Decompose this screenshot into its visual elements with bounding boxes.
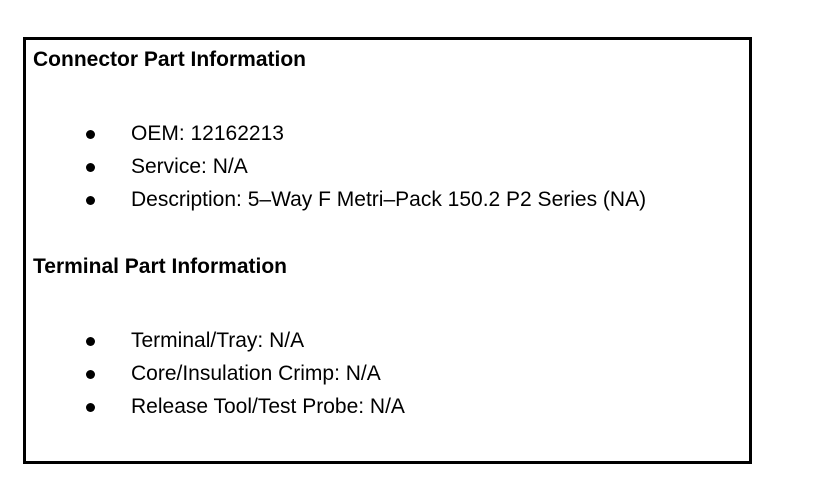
bullet-icon — [86, 130, 95, 139]
bullet-icon — [86, 196, 95, 205]
oem-text: OEM: 12162213 — [131, 122, 284, 145]
bullet-icon — [86, 337, 95, 346]
part-info-box: Connector Part Information OEM: 12162213… — [23, 37, 752, 464]
release-tool-text: Release Tool/Test Probe: N/A — [131, 395, 405, 418]
service-text: Service: N/A — [131, 155, 248, 178]
terminal-part-info-heading: Terminal Part Information — [33, 255, 287, 278]
connector-part-info-heading: Connector Part Information — [33, 48, 307, 71]
bullet-icon — [86, 370, 95, 379]
bullet-icon — [86, 163, 95, 172]
terminal-tray-text: Terminal/Tray: N/A — [131, 329, 305, 352]
description-text: Description: 5–Way F Metri–Pack 150.2 P2… — [131, 188, 647, 211]
core-insulation-crimp-text: Core/Insulation Crimp: N/A — [131, 362, 381, 385]
bullet-icon — [86, 403, 95, 412]
